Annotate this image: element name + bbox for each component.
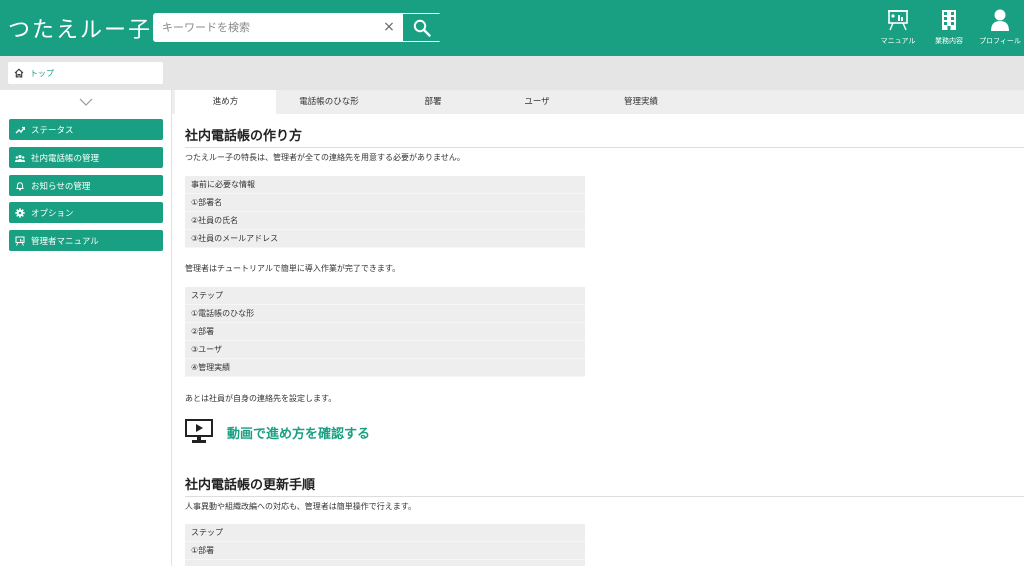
sidebar-item-phonebook[interactable]: 社内電話帳の管理 xyxy=(9,147,163,168)
bell-icon xyxy=(16,181,24,191)
breadcrumb-bar: トップ xyxy=(0,56,1024,90)
list-item: ①部署名 xyxy=(185,194,585,212)
steps-box: ステップ ①電話帳のひな形 ②部署 ③ユーザ ④管理実績 xyxy=(185,287,585,377)
sidebar-item-status[interactable]: ステータス xyxy=(9,119,163,140)
search-box: × xyxy=(153,13,441,42)
home-icon xyxy=(14,68,24,78)
app-logo[interactable]: つたえルー子 xyxy=(8,12,152,44)
video-link[interactable]: 動画で進め方を確認する xyxy=(185,419,370,445)
nav-business[interactable]: 業務内容 xyxy=(928,8,970,48)
sidebar: ステータス 社内電話帳の管理 お知らせの管理 オプション 管理者マニュアル xyxy=(0,90,172,566)
presentation-icon xyxy=(15,236,25,246)
search-icon xyxy=(413,19,431,37)
sidebar-item-options[interactable]: オプション xyxy=(9,202,163,223)
video-monitor-icon xyxy=(185,419,213,443)
box-header: ステップ xyxy=(185,524,585,542)
sidebar-item-admin-manual[interactable]: 管理者マニュアル xyxy=(9,230,163,251)
sidebar-item-notices[interactable]: お知らせの管理 xyxy=(9,175,163,196)
employee-text: あとは社員が自身の連絡先を設定します。 xyxy=(185,394,337,403)
building-icon xyxy=(942,10,956,30)
section-title: 社内電話帳の作り方 xyxy=(185,129,303,144)
app-header: つたえルー子 × マニュアル xyxy=(0,0,1024,56)
user-icon xyxy=(991,9,1009,31)
list-item: ①部署 xyxy=(185,542,585,560)
intro-text: つたえルー子の特長は、管理者が全ての連絡先を用意する必要がありません。 xyxy=(185,153,465,162)
gear-icon xyxy=(15,207,25,218)
list-item: ④管理実績 xyxy=(185,359,585,377)
tab-bar: 進め方 電話帳のひな形 部署 ユーザ 管理実績 xyxy=(172,90,1024,114)
clear-search-button[interactable]: × xyxy=(376,14,402,41)
chart-icon xyxy=(15,126,25,133)
intro-text: 人事異動や組織改編への対応も、管理者は簡単操作で行えます。 xyxy=(185,502,416,511)
tutorial-text: 管理者はチュートリアルで簡単に導入作業が完了できます。 xyxy=(185,264,401,273)
video-link-label: 動画で進め方を確認する xyxy=(227,426,371,442)
box-header: 事前に必要な情報 xyxy=(185,176,585,194)
divider xyxy=(185,147,1024,148)
search-button[interactable] xyxy=(402,14,441,41)
tab-phonebook-template[interactable]: 電話帳のひな形 xyxy=(278,90,380,114)
list-item: ①電話帳のひな形 xyxy=(185,305,585,323)
presentation-icon xyxy=(888,10,908,31)
breadcrumb-label: トップ xyxy=(30,68,54,78)
list-item xyxy=(185,560,585,566)
box-header: ステップ xyxy=(185,287,585,305)
main-content: 社内電話帳の作り方 つたえルー子の特長は、管理者が全ての連絡先を用意する必要があ… xyxy=(172,114,1024,566)
nav-manual[interactable]: マニュアル xyxy=(876,8,920,48)
people-icon xyxy=(15,154,25,162)
divider xyxy=(185,496,1024,497)
update-steps-box: ステップ ①部署 xyxy=(185,524,585,566)
tab-management-record[interactable]: 管理実績 xyxy=(590,90,692,114)
list-item: ②社員の氏名 xyxy=(185,212,585,230)
section-title: 社内電話帳の更新手順 xyxy=(185,478,316,493)
list-item: ②部署 xyxy=(185,323,585,341)
search-input[interactable] xyxy=(154,14,374,41)
tab-department[interactable]: 部署 xyxy=(382,90,484,114)
list-item: ③ユーザ xyxy=(185,341,585,359)
list-item: ③社員のメールアドレス xyxy=(185,230,585,248)
nav-profile[interactable]: プロフィール xyxy=(976,8,1024,48)
breadcrumb-home[interactable]: トップ xyxy=(8,62,163,84)
chevron-down-icon[interactable] xyxy=(78,96,94,108)
tab-procedure[interactable]: 進め方 xyxy=(175,90,276,114)
tab-users[interactable]: ユーザ xyxy=(486,90,588,114)
required-info-box: 事前に必要な情報 ①部署名 ②社員の氏名 ③社員のメールアドレス xyxy=(185,176,585,248)
